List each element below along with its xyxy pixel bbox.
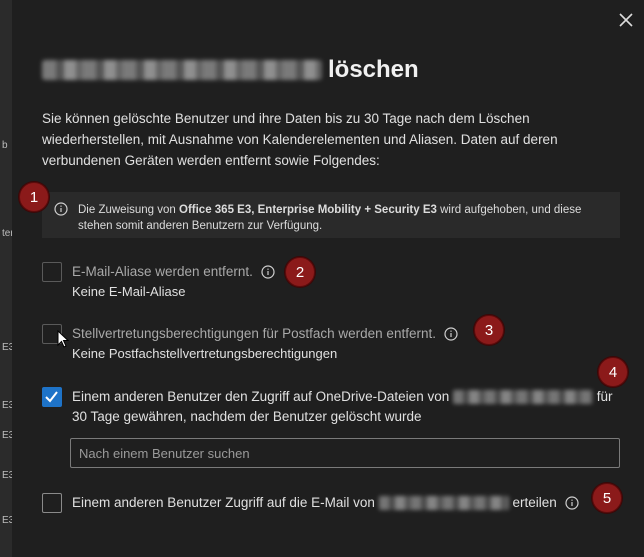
info-icon (54, 202, 68, 216)
license-info-text: Die Zuweisung von Office 365 E3, Enterpr… (78, 202, 608, 234)
info-icon[interactable] (564, 496, 579, 511)
dialog-title: löschen (42, 56, 419, 84)
delegation-label: Stellvertretungsberechtigungen für Postf… (72, 326, 436, 341)
user-search-input[interactable] (70, 438, 620, 468)
title-suffix: löschen (328, 56, 419, 83)
delete-user-dialog: löschen Sie können gelöschte Benutzer un… (12, 0, 644, 557)
license-info-box: Die Zuweisung von Office 365 E3, Enterpr… (42, 192, 620, 238)
checkmark-icon (45, 391, 58, 403)
mail-label-a: Einem anderen Benutzer Zugriff auf die E… (72, 495, 375, 510)
aliases-label: E-Mail-Aliase werden entfernt. (72, 264, 253, 279)
intro-text: Sie können gelöschte Benutzer und ihre D… (42, 111, 558, 168)
mouse-cursor-icon (57, 330, 69, 348)
redacted-username (378, 496, 509, 511)
annotation-marker: 2 (285, 257, 315, 287)
delegation-sub: Keine Postfachstellvertretungsberechtigu… (72, 346, 338, 361)
annotation-marker: 3 (474, 315, 504, 345)
mail-access-checkbox[interactable] (42, 493, 62, 513)
close-button[interactable] (614, 8, 638, 32)
annotation-marker: 5 (592, 483, 622, 513)
annotation-marker: 1 (19, 182, 49, 212)
close-icon (619, 13, 633, 27)
info-prefix: Die Zuweisung von (78, 204, 179, 216)
onedrive-label-b: für (596, 389, 613, 404)
mail-label-b: erteilen (512, 495, 557, 510)
aliases-sub: Keine E-Mail-Aliase (72, 284, 186, 299)
redacted-username (42, 60, 322, 80)
info-icon[interactable] (444, 327, 458, 342)
aliases-checkbox[interactable] (42, 262, 62, 282)
onedrive-label-a: Einem anderen Benutzer den Zugriff auf O… (72, 389, 450, 404)
annotation-marker: 4 (598, 357, 628, 387)
redacted-username (452, 390, 593, 405)
onedrive-label-c: 30 Tage gewähren, nachdem der Benutzer g… (72, 409, 422, 424)
strip-label: b (2, 140, 8, 151)
info-icon[interactable] (260, 265, 275, 280)
onedrive-checkbox[interactable] (42, 387, 62, 407)
info-licenses: Office 365 E3, Enterprise Mobility + Sec… (179, 204, 437, 216)
